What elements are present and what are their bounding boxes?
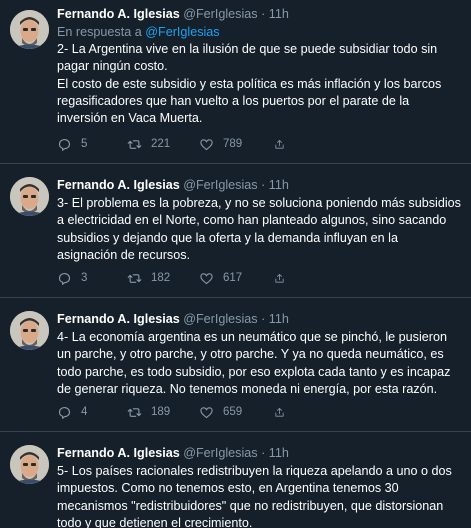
reply-icon: [58, 272, 71, 285]
author-handle[interactable]: @FerIglesias: [183, 7, 257, 21]
tweet-text: 5- Los países racionales redistribuyen l…: [57, 464, 456, 528]
tweet-actions: 5 221 789: [57, 135, 461, 153]
separator-dot: ·: [261, 446, 266, 460]
tweet[interactable]: Fernando A. Iglesias @FerIglesias · 11h …: [0, 0, 471, 164]
share-icon: [275, 139, 284, 149]
retweet-count: 182: [151, 272, 171, 284]
like-count: 659: [223, 406, 243, 418]
separator-dot: ·: [261, 178, 266, 192]
retweet-icon: [127, 273, 142, 283]
author-name[interactable]: Fernando A. Iglesias: [57, 312, 180, 326]
retweet-button[interactable]: 182: [127, 271, 199, 286]
tweet[interactable]: Fernando A. Iglesias @FerIglesias · 11h …: [0, 432, 471, 528]
tweet-header: Fernando A. Iglesias @FerIglesias · 11h: [57, 311, 461, 327]
tweet-actions: 4 189 659: [57, 403, 461, 421]
author-name[interactable]: Fernando A. Iglesias: [57, 7, 180, 21]
avatar[interactable]: [10, 445, 49, 484]
timestamp[interactable]: 11h: [269, 312, 289, 326]
share-button[interactable]: [274, 405, 294, 420]
tweet-text: 3- El problema es la pobreza, y no se so…: [57, 196, 465, 262]
like-button[interactable]: 789: [199, 137, 274, 152]
separator-dot: ·: [261, 7, 266, 21]
tweet-actions: 3 182 617: [57, 269, 461, 287]
retweet-button[interactable]: 221: [127, 137, 199, 152]
tweet[interactable]: Fernando A. Iglesias @FerIglesias · 11h …: [0, 164, 471, 298]
reply-count: 3: [81, 272, 88, 284]
like-button[interactable]: 617: [199, 271, 274, 286]
tweet-header: Fernando A. Iglesias @FerIglesias · 11h: [57, 177, 461, 193]
retweet-icon: [127, 407, 142, 417]
retweet-icon: [127, 139, 142, 149]
reply-button[interactable]: 3: [57, 271, 127, 286]
share-button[interactable]: [274, 271, 294, 286]
like-count: 617: [223, 272, 243, 284]
like-count: 789: [223, 138, 243, 150]
replying-prefix: En respuesta a: [57, 25, 142, 39]
replying-to: En respuesta a @FerIglesias: [57, 24, 461, 41]
retweet-count: 221: [151, 138, 171, 150]
mention-link[interactable]: @FerIglesias: [145, 25, 219, 39]
reply-icon: [58, 406, 71, 419]
retweet-button[interactable]: 189: [127, 405, 199, 420]
tweet[interactable]: Fernando A. Iglesias @FerIglesias · 11h …: [0, 298, 471, 432]
reply-button[interactable]: 5: [57, 137, 127, 152]
separator-dot: ·: [261, 312, 266, 326]
share-icon: [275, 273, 284, 283]
author-handle[interactable]: @FerIglesias: [183, 312, 257, 326]
tweet-text: 2- La Argentina vive en la ilusión de qu…: [57, 42, 442, 126]
like-button[interactable]: 659: [199, 405, 274, 420]
author-handle[interactable]: @FerIglesias: [183, 446, 257, 460]
reply-button[interactable]: 4: [57, 405, 127, 420]
reply-count: 4: [81, 406, 88, 418]
author-name[interactable]: Fernando A. Iglesias: [57, 178, 180, 192]
avatar[interactable]: [10, 10, 49, 49]
share-icon: [275, 407, 284, 417]
reply-count: 5: [81, 138, 88, 150]
avatar[interactable]: [10, 177, 49, 216]
author-handle[interactable]: @FerIglesias: [183, 178, 257, 192]
like-icon: [200, 406, 213, 418]
tweet-header: Fernando A. Iglesias @FerIglesias · 11h: [57, 445, 461, 461]
timestamp[interactable]: 11h: [269, 7, 289, 21]
share-button[interactable]: [274, 137, 294, 152]
timestamp[interactable]: 11h: [269, 446, 289, 460]
author-name[interactable]: Fernando A. Iglesias: [57, 446, 180, 460]
retweet-count: 189: [151, 406, 171, 418]
like-icon: [200, 138, 213, 150]
timeline: Fernando A. Iglesias @FerIglesias · 11h …: [0, 0, 471, 528]
timestamp[interactable]: 11h: [269, 178, 289, 192]
like-icon: [200, 272, 213, 284]
tweet-header: Fernando A. Iglesias @FerIglesias · 11h: [57, 6, 461, 22]
reply-icon: [58, 138, 71, 151]
avatar[interactable]: [10, 311, 49, 350]
tweet-text: 4- La economía argentina es un neumático…: [57, 330, 454, 396]
